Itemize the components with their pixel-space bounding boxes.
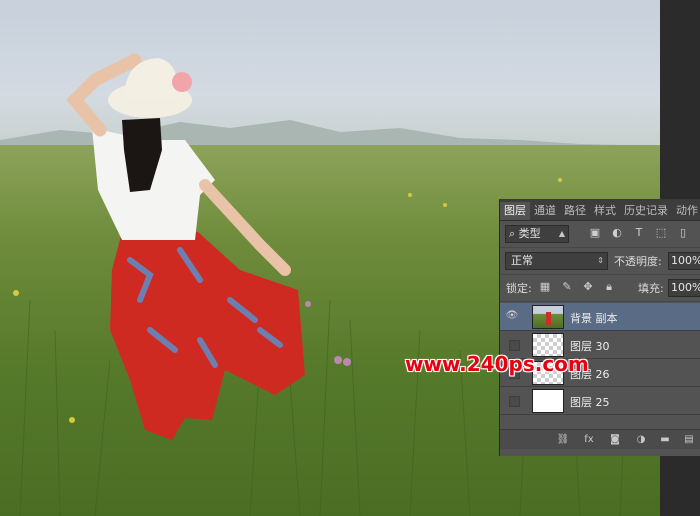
layer-filter-row: ⌕ 类型 ▲ ▣ ◐ T ⬚ ▯	[500, 221, 700, 248]
layer-thumbnail	[532, 305, 564, 329]
fill-field[interactable]: 100%	[668, 279, 700, 297]
smart-object-icon[interactable]: ▯	[676, 226, 690, 240]
fx-icon[interactable]: fx	[582, 433, 596, 446]
filter-kind-label: 类型	[518, 227, 541, 240]
fill-value: 100%	[671, 281, 700, 294]
layers-panel: 图层 通道 路径 样式 历史记录 动作 ⌕ 类型 ▲ ▣ ◐ T ⬚ ▯ 正常 …	[499, 199, 700, 456]
layer-name: 背景 副本	[570, 312, 618, 325]
lock-row: 锁定: ▦ ✎ ✥ 🔒︎ 填充: 100%	[500, 275, 700, 302]
visibility-toggle[interactable]	[509, 396, 520, 407]
link-icon[interactable]: ⛓	[556, 433, 570, 446]
tab-layers[interactable]: 图层	[500, 202, 530, 220]
eye-icon[interactable]: 👁︎	[504, 309, 520, 323]
opacity-field[interactable]: 100%	[668, 252, 700, 270]
lock-label: 锁定:	[506, 282, 532, 295]
blend-mode-dropdown[interactable]: 正常 ⇕	[505, 252, 608, 270]
tab-history[interactable]: 历史记录	[620, 202, 672, 220]
lock-transparent-icon[interactable]: ▦	[538, 280, 552, 294]
search-icon: ⌕	[509, 227, 516, 240]
tab-styles[interactable]: 样式	[590, 202, 620, 220]
adjustment-icon[interactable]: ◐	[610, 226, 624, 240]
dropdown-arrow-icon: ⇕	[597, 256, 604, 265]
lock-paint-icon[interactable]: ✎	[560, 280, 574, 294]
blend-row: 正常 ⇕ 不透明度: 100%	[500, 248, 700, 275]
layer-row[interactable]: 图层 25	[500, 387, 700, 415]
dropdown-arrow-icon: ▲	[558, 229, 565, 238]
shape-icon[interactable]: ⬚	[654, 226, 668, 240]
tab-actions[interactable]: 动作	[672, 202, 700, 220]
adjustment-layer-icon[interactable]: ◑	[634, 433, 648, 446]
filter-kind-dropdown[interactable]: ⌕ 类型 ▲	[505, 225, 569, 243]
panel-tabs: 图层 通道 路径 样式 历史记录 动作	[500, 200, 700, 221]
fill-label: 填充:	[638, 282, 664, 295]
watermark-text: www.240ps.com	[405, 352, 589, 376]
mask-icon[interactable]: ◙	[608, 433, 622, 446]
blend-mode-value: 正常	[511, 254, 533, 267]
opacity-value: 100%	[671, 254, 700, 267]
opacity-label: 不透明度:	[614, 255, 662, 268]
layer-name: 图层 25	[570, 396, 610, 409]
new-layer-icon[interactable]: ▤	[682, 433, 696, 446]
tab-channels[interactable]: 通道	[530, 202, 560, 220]
visibility-toggle[interactable]	[509, 340, 520, 351]
image-icon[interactable]: ▣	[588, 226, 602, 240]
type-icon[interactable]: T	[632, 226, 646, 240]
layer-thumbnail	[532, 389, 564, 413]
tab-paths[interactable]: 路径	[560, 202, 590, 220]
lock-all-icon[interactable]: 🔒︎	[602, 280, 616, 294]
panel-footer: ⛓ fx ◙ ◑ ▬ ▤	[500, 429, 700, 449]
layer-row[interactable]: 👁︎ 背景 副本	[500, 303, 700, 331]
group-icon[interactable]: ▬	[658, 433, 672, 446]
lock-position-icon[interactable]: ✥	[581, 280, 595, 294]
